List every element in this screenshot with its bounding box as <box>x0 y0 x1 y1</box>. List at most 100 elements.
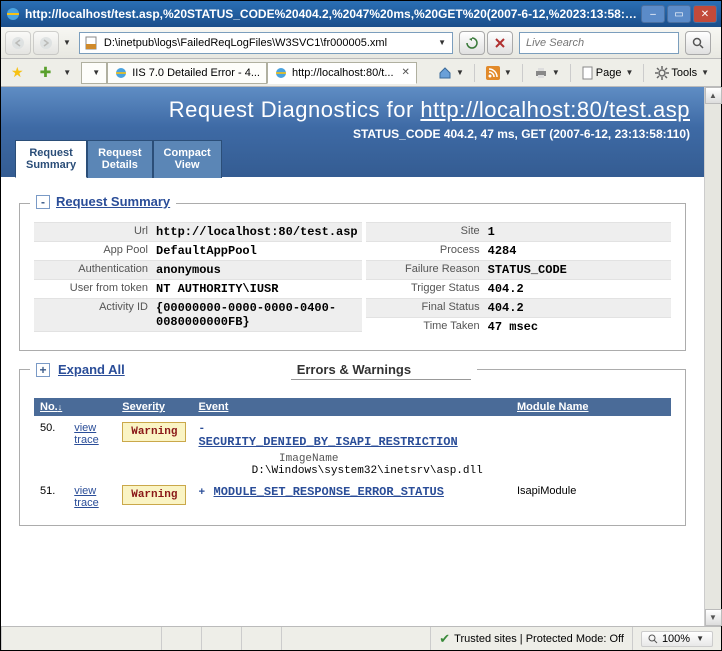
stop-button[interactable] <box>487 31 513 55</box>
summary-trigger-status: 404.2 <box>488 282 667 296</box>
page-title: Request Diagnostics for http://localhost… <box>15 97 690 123</box>
rss-icon <box>486 66 500 80</box>
col-severity[interactable]: Severity <box>116 398 192 418</box>
severity-badge: Warning <box>122 485 186 505</box>
window-titlebar: http://localhost/test.asp,%20STATUS_CODE… <box>1 1 721 27</box>
search-icon <box>692 37 704 49</box>
row-no: 50. <box>34 418 68 481</box>
summary-url: http://localhost:80/test.asp <box>156 225 358 239</box>
security-zone[interactable]: ✔ Trusted sites | Protected Mode: Off <box>430 627 632 650</box>
event-link[interactable]: MODULE_SET_RESPONSE_ERROR_STATUS <box>214 485 444 499</box>
collapse-row-button[interactable]: - <box>198 423 210 435</box>
errors-warnings-panel: + Expand All Errors & Warnings No.↓ Seve… <box>19 369 686 526</box>
quick-tabs-button[interactable]: ▼ <box>81 62 107 84</box>
zoom-control[interactable]: 100% ▼ <box>632 627 721 650</box>
ie-page-icon <box>274 66 288 80</box>
ie-logo-icon <box>5 6 21 22</box>
errors-warnings-table: No.↓ Severity Event Module Name 50. view… <box>34 398 671 511</box>
print-icon <box>534 66 548 80</box>
window-maximize-button[interactable]: ▭ <box>667 5 691 23</box>
col-module[interactable]: Module Name <box>511 398 671 418</box>
summary-time-taken: 47 msec <box>488 320 667 334</box>
ie-page-icon <box>114 66 128 80</box>
refresh-button[interactable] <box>459 31 485 55</box>
tools-menu[interactable]: Tools▼ <box>649 62 717 84</box>
summary-process: 4284 <box>488 244 667 258</box>
expand-row-button[interactable]: + <box>198 487 210 499</box>
page-content: Request Diagnostics for http://localhost… <box>1 87 704 626</box>
summary-right-col: Site1 Process4284 Failure ReasonSTATUS_C… <box>366 222 671 336</box>
summary-user: NT AUTHORITY\IUSR <box>156 282 358 296</box>
zoom-icon <box>648 634 658 644</box>
request-summary-panel: - Request Summary Urlhttp://localhost:80… <box>19 203 686 351</box>
summary-site: 1 <box>488 225 667 239</box>
severity-badge: Warning <box>122 422 186 442</box>
window-close-button[interactable]: ✕ <box>693 5 717 23</box>
scroll-up-button[interactable]: ▲ <box>705 87 722 104</box>
col-no[interactable]: No.↓ <box>34 398 68 418</box>
page-menu[interactable]: Page▼ <box>576 62 642 84</box>
zoom-level: 100% <box>662 633 690 645</box>
forward-button[interactable] <box>33 31 59 55</box>
page-icon <box>582 66 594 80</box>
tab-close-icon[interactable]: ✕ <box>402 67 410 78</box>
add-favorite-icon[interactable]: ✚ <box>34 64 58 81</box>
collapse-summary-button[interactable]: - <box>36 195 50 209</box>
expand-all-link[interactable]: Expand All <box>58 362 125 377</box>
page-menu-label: Page <box>596 67 622 79</box>
tab-compact-view[interactable]: CompactView <box>153 140 222 178</box>
col-event[interactable]: Event <box>192 398 511 418</box>
summary-activity-id: {00000000-0000-0000-0400-0080000000FB} <box>156 301 358 329</box>
browser-tab-0[interactable]: IIS 7.0 Detailed Error - 4... <box>107 62 267 84</box>
request-url-link[interactable]: http://localhost:80/test.asp <box>420 97 690 122</box>
view-trace-link[interactable]: view trace <box>74 485 98 509</box>
browser-tab-label: IIS 7.0 Detailed Error - 4... <box>132 67 260 79</box>
row-no: 51. <box>34 481 68 511</box>
window-minimize-button[interactable]: – <box>641 5 665 23</box>
summary-auth: anonymous <box>156 263 358 277</box>
back-button[interactable] <box>5 31 31 55</box>
browser-status-bar: ✔ Trusted sites | Protected Mode: Off 10… <box>1 626 721 650</box>
refresh-icon <box>466 37 478 49</box>
address-bar[interactable]: ▼ <box>79 32 453 54</box>
page-subtitle: STATUS_CODE 404.2, 47 ms, GET (2007-6-12… <box>15 127 690 141</box>
favorites-dropdown[interactable]: ▼ <box>61 68 73 77</box>
view-trace-link[interactable]: view trace <box>74 422 98 446</box>
address-input[interactable] <box>102 36 436 50</box>
browser-tab-label: http://localhost:80/t... <box>292 67 394 79</box>
stop-icon <box>495 38 505 48</box>
favorites-star-icon[interactable]: ★ <box>5 64 30 81</box>
table-row: 50. view trace Warning - SECURITY_DENIED… <box>34 418 671 481</box>
diagnostics-header: Request Diagnostics for http://localhost… <box>1 87 704 177</box>
shield-check-icon: ✔ <box>439 631 450 647</box>
summary-final-status: 404.2 <box>488 301 667 315</box>
tab-request-summary[interactable]: RequestSummary <box>15 140 87 178</box>
feeds-button[interactable]: ▼ <box>480 62 520 84</box>
xml-file-icon <box>84 36 98 50</box>
search-box[interactable] <box>519 32 679 54</box>
tools-menu-label: Tools <box>671 67 697 79</box>
arrow-left-icon <box>11 36 25 50</box>
gear-icon <box>655 66 669 80</box>
module-name: IsapiModule <box>511 481 671 511</box>
nav-history-dropdown[interactable]: ▼ <box>61 38 73 47</box>
search-button[interactable] <box>685 31 711 55</box>
address-dropdown[interactable]: ▼ <box>436 38 448 47</box>
event-link[interactable]: SECURITY_DENIED_BY_ISAPI_RESTRICTION <box>198 435 457 449</box>
request-summary-legend[interactable]: Request Summary <box>56 194 170 209</box>
summary-apppool: DefaultAppPool <box>156 244 358 258</box>
window-title: http://localhost/test.asp,%20STATUS_CODE… <box>25 7 641 21</box>
print-button[interactable]: ▼ <box>528 62 568 84</box>
browser-tab-1[interactable]: http://localhost:80/t... ✕ <box>267 62 417 84</box>
browser-nav-bar: ▼ ▼ <box>1 27 721 59</box>
scroll-down-button[interactable]: ▼ <box>705 609 722 626</box>
expand-all-button[interactable]: + <box>36 363 50 377</box>
home-button[interactable]: ▼ <box>432 62 472 84</box>
search-input[interactable] <box>524 36 674 50</box>
table-row: 51. view trace Warning + MODULE_SET_RESP… <box>34 481 671 511</box>
tab-request-details[interactable]: RequestDetails <box>87 140 152 178</box>
errors-warnings-title: Errors & Warnings <box>291 360 471 380</box>
security-zone-label: Trusted sites | Protected Mode: Off <box>454 633 624 645</box>
summary-left-col: Urlhttp://localhost:80/test.asp App Pool… <box>34 222 362 336</box>
vertical-scrollbar[interactable]: ▲ ▼ <box>704 87 721 626</box>
